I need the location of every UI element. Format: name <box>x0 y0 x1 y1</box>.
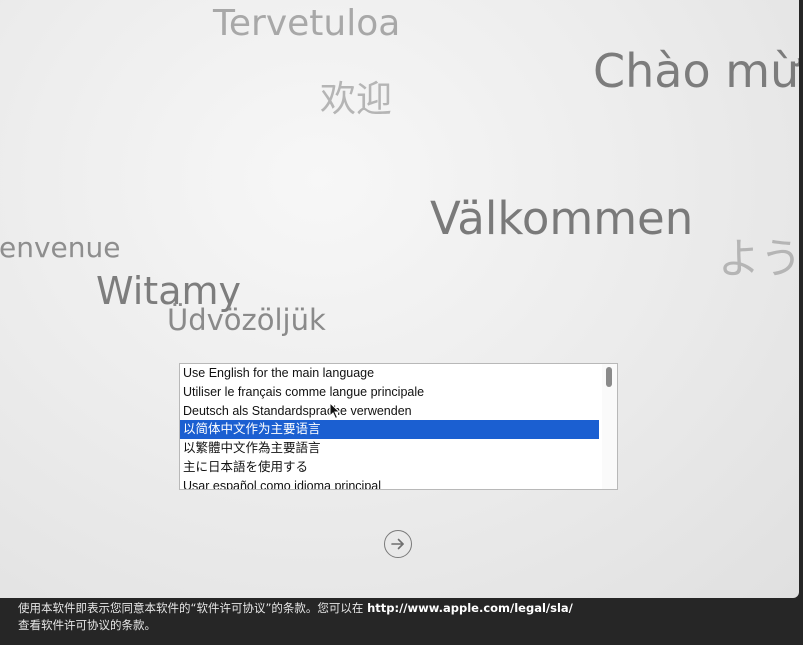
arrow-right-circle-icon <box>391 538 404 550</box>
language-option-french[interactable]: Utiliser le français comme langue princi… <box>180 383 599 402</box>
installer-screen: Tervetuloa Chào mừng 欢迎 Välkommen Bienve… <box>0 0 803 645</box>
greeting-french: Bienvenue <box>0 231 121 264</box>
language-option-traditional-chinese[interactable]: 以繁體中文作為主要語言 <box>180 439 599 458</box>
language-option-simplified-chinese[interactable]: 以简体中文作为主要语言 <box>180 420 599 440</box>
greeting-hungarian: Üdvözöljük <box>167 303 326 337</box>
welcome-window: Tervetuloa Chào mừng 欢迎 Välkommen Bienve… <box>0 0 799 598</box>
greeting-finnish: Tervetuloa <box>213 3 401 44</box>
scrollbar-thumb[interactable] <box>606 367 612 387</box>
language-list[interactable]: Use English for the main language Utilis… <box>179 363 618 490</box>
license-text: 使用本软件即表示您同意本软件的“软件许可协议”的条款。您可以在 <box>18 601 368 615</box>
language-option-german[interactable]: Deutsch als Standardsprache verwenden <box>180 402 599 421</box>
language-option-english[interactable]: Use English for the main language <box>180 364 599 383</box>
license-link[interactable]: http://www.apple.com/legal/sla/ <box>367 601 573 615</box>
license-line-2: 查看软件许可协议的条款。 <box>18 618 156 632</box>
greeting-vietnamese: Chào mừng <box>593 44 799 98</box>
license-footer: 使用本软件即表示您同意本软件的“软件许可协议”的条款。您可以在 http://w… <box>18 600 778 634</box>
license-line-1: 使用本软件即表示您同意本软件的“软件许可协议”的条款。您可以在 http://w… <box>18 600 778 617</box>
greeting-swedish: Välkommen <box>430 192 694 245</box>
language-list-scrollbar[interactable] <box>602 364 617 489</box>
continue-button[interactable] <box>384 530 412 558</box>
language-option-spanish[interactable]: Usar español como idioma principal <box>180 477 599 489</box>
greeting-japanese: ようこそ <box>718 234 799 283</box>
mouse-pointer-icon <box>329 402 341 420</box>
language-option-japanese[interactable]: 主に日本語を使用する <box>180 458 599 477</box>
greeting-chinese: 欢迎 <box>320 79 393 120</box>
